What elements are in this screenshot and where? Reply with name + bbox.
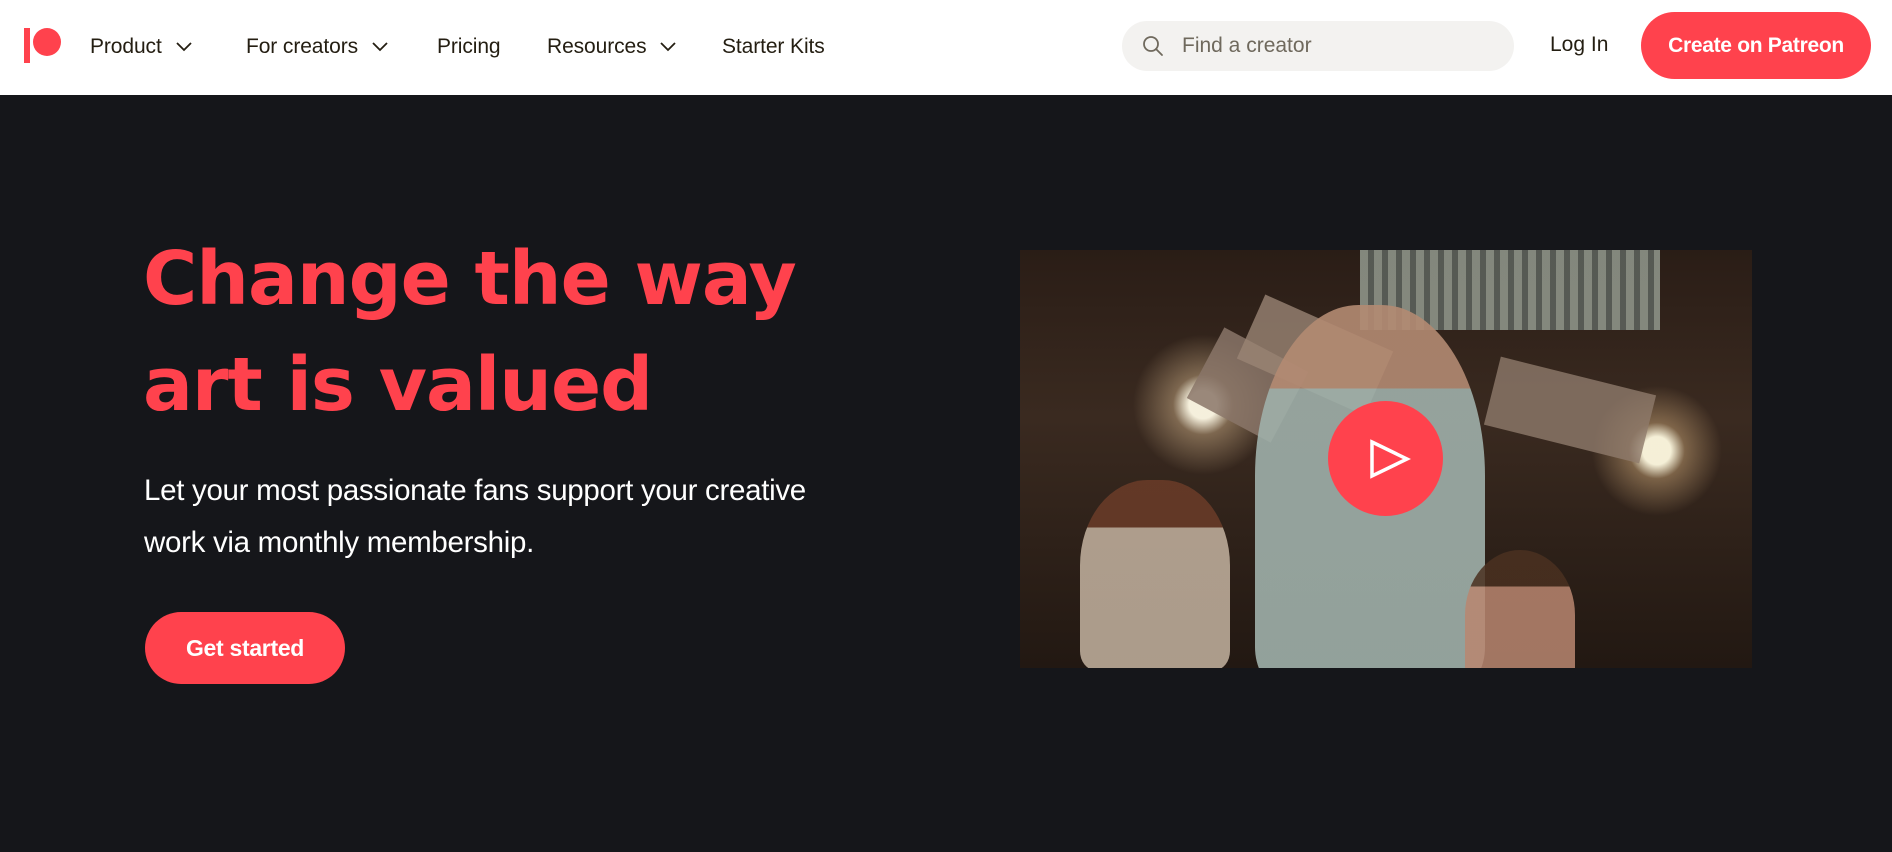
nav-item-label: Product <box>90 35 162 58</box>
patreon-logo[interactable] <box>24 28 64 64</box>
chevron-down-icon <box>372 42 388 52</box>
create-on-patreon-button[interactable]: Create on Patreon <box>1641 12 1871 79</box>
logo-dot <box>33 28 61 56</box>
nav-item-for-creators[interactable]: For creators <box>246 33 388 61</box>
nav-item-label: For creators <box>246 35 358 58</box>
nav-item-resources[interactable]: Resources <box>547 33 677 61</box>
nav-item-label: Resources <box>547 35 647 58</box>
hero-video[interactable] <box>1020 250 1752 668</box>
nav-item-product[interactable]: Product <box>90 33 192 61</box>
play-button[interactable] <box>1328 401 1443 516</box>
login-link[interactable]: Log In <box>1550 33 1608 57</box>
headline-line-1: Change the way <box>143 236 797 322</box>
nav-item-label: Starter Kits <box>722 35 825 58</box>
search-input[interactable] <box>1182 21 1502 71</box>
subtitle-line-1: Let your most passionate fans support yo… <box>144 474 806 507</box>
logo-bar <box>24 28 30 63</box>
video-scene-panel <box>1483 356 1657 464</box>
video-scene-person <box>1465 550 1575 668</box>
nav-item-label: Pricing <box>437 35 501 58</box>
headline-line-2: art is valued <box>143 342 653 428</box>
nav-item-pricing[interactable]: Pricing <box>437 33 501 61</box>
subtitle-line-2: work via monthly membership. <box>144 526 534 559</box>
chevron-down-icon <box>176 42 192 52</box>
chevron-down-icon <box>660 42 677 52</box>
play-icon <box>1369 438 1411 479</box>
hero-headline: Change the way art is valued <box>143 226 903 438</box>
get-started-button[interactable]: Get started <box>145 612 345 684</box>
hero-subtitle: Let your most passionate fans support yo… <box>144 465 884 569</box>
search-icon <box>1142 35 1164 57</box>
top-navigation: Product For creators Pricing Resources S… <box>0 0 1892 95</box>
creator-search[interactable] <box>1122 21 1514 71</box>
nav-item-starter-kits[interactable]: Starter Kits <box>722 33 825 61</box>
video-scene-person <box>1080 480 1230 668</box>
